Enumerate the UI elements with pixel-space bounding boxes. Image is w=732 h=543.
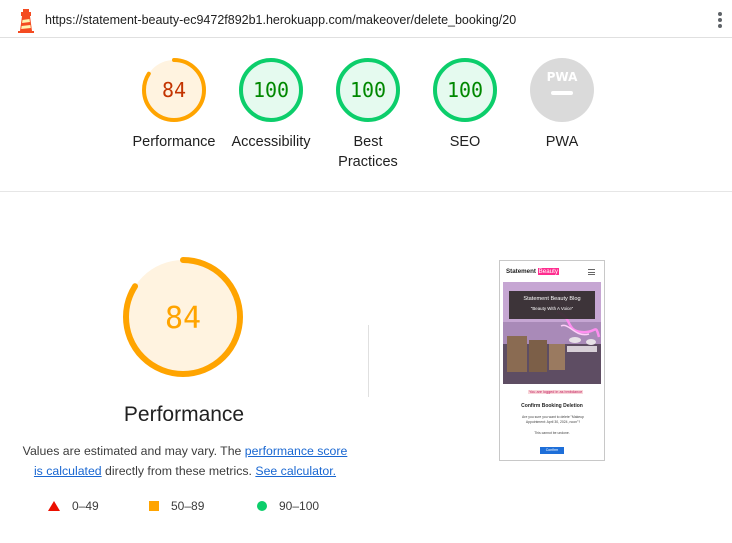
thumb-banner-subtitle: "Beauty With A Voice" — [530, 306, 574, 311]
desc-text: directly from these metrics. — [101, 464, 256, 478]
page-url: https://statement-beauty-ec9472f892b1.he… — [45, 13, 517, 27]
final-screenshot[interactable]: Statement Beauty Statement Beauty Blog "… — [499, 260, 605, 461]
average-square-icon — [149, 501, 159, 511]
thumb-note: This cannot be undone. — [534, 431, 570, 435]
gauge-label-line: Practices — [338, 154, 398, 170]
thumb-hero-image: Statement Beauty Blog "Beauty With A Voi… — [503, 282, 601, 384]
gauge-best-practices[interactable]: 100 Best Practices — [318, 57, 418, 172]
gauge-label: Performance — [132, 134, 216, 150]
legend-range: 50–89 — [171, 499, 205, 513]
thumb-banner-title: Statement Beauty Blog — [523, 296, 581, 302]
pwa-badge-text: PWA — [547, 70, 578, 84]
performance-description: Values are estimated and may vary. The p… — [18, 441, 352, 481]
brand-part-highlight: Beauty — [537, 268, 559, 275]
seo-gauge-icon: 100 — [433, 58, 497, 122]
gauge-label: PWA — [545, 134, 579, 150]
desc-text: Values are estimated and may vary. The — [22, 444, 245, 458]
category-gauges: 84 Performance 100 Accessibility 100 Bes… — [0, 38, 732, 192]
performance-large-gauge: 84 — [123, 257, 243, 377]
thumb-navbar: Statement Beauty — [500, 261, 604, 281]
thumb-confirm-button: Confirm — [540, 447, 564, 454]
gauge-label: Accessibility — [231, 134, 311, 150]
pass-circle-icon — [257, 501, 267, 511]
see-calculator-link[interactable]: See calculator. — [255, 464, 336, 478]
gauge-seo[interactable]: 100 SEO — [415, 57, 515, 152]
address-bar: https://statement-beauty-ec9472f892b1.he… — [0, 0, 732, 38]
best-practices-gauge-icon: 100 — [336, 58, 400, 122]
gauge-score: 100 — [350, 78, 386, 102]
gauge-performance[interactable]: 84 Performance — [124, 57, 224, 152]
gauge-accessibility[interactable]: 100 Accessibility — [221, 57, 321, 152]
legend-average: 50–89 — [149, 498, 204, 514]
thumb-brand: Statement Beauty — [506, 268, 559, 275]
pwa-badge-icon: PWA — [530, 58, 594, 122]
fail-triangle-icon — [48, 501, 60, 511]
brand-part: Statement — [506, 268, 536, 275]
kebab-menu-icon[interactable] — [715, 12, 725, 32]
gauge-pwa[interactable]: PWA PWA — [512, 57, 612, 152]
accessibility-gauge-icon: 100 — [239, 58, 303, 122]
performance-score: 84 — [165, 301, 201, 336]
legend-fail: 0–49 — [48, 498, 99, 514]
performance-score-link[interactable]: performance score — [245, 444, 348, 458]
lighthouse-icon — [18, 9, 34, 33]
gauge-label: Best Practices — [318, 132, 418, 172]
legend-range: 90–100 — [279, 499, 320, 513]
is-calculated-link[interactable]: is calculated — [34, 464, 102, 478]
thumb-flash-message: You are logged in as bmbdance — [528, 390, 584, 394]
thumb-body: Are you sure you want to delete "Makeup … — [522, 415, 584, 424]
performance-title: Performance — [123, 403, 245, 426]
gauge-score: 84 — [162, 78, 186, 102]
legend-range: 0–49 — [72, 499, 99, 513]
vertical-divider — [368, 325, 369, 397]
hamburger-icon — [588, 269, 595, 277]
gauge-score: 100 — [447, 78, 483, 102]
gauge-label-line: Best — [353, 134, 383, 150]
gauge-score: 100 — [253, 78, 289, 102]
performance-gauge-icon: 84 — [142, 58, 206, 122]
legend-pass: 90–100 — [257, 498, 319, 514]
thumb-banner: Statement Beauty Blog "Beauty With A Voi… — [509, 291, 595, 319]
thumb-heading: Confirm Booking Deletion — [521, 403, 583, 409]
gauge-label: SEO — [449, 134, 481, 150]
